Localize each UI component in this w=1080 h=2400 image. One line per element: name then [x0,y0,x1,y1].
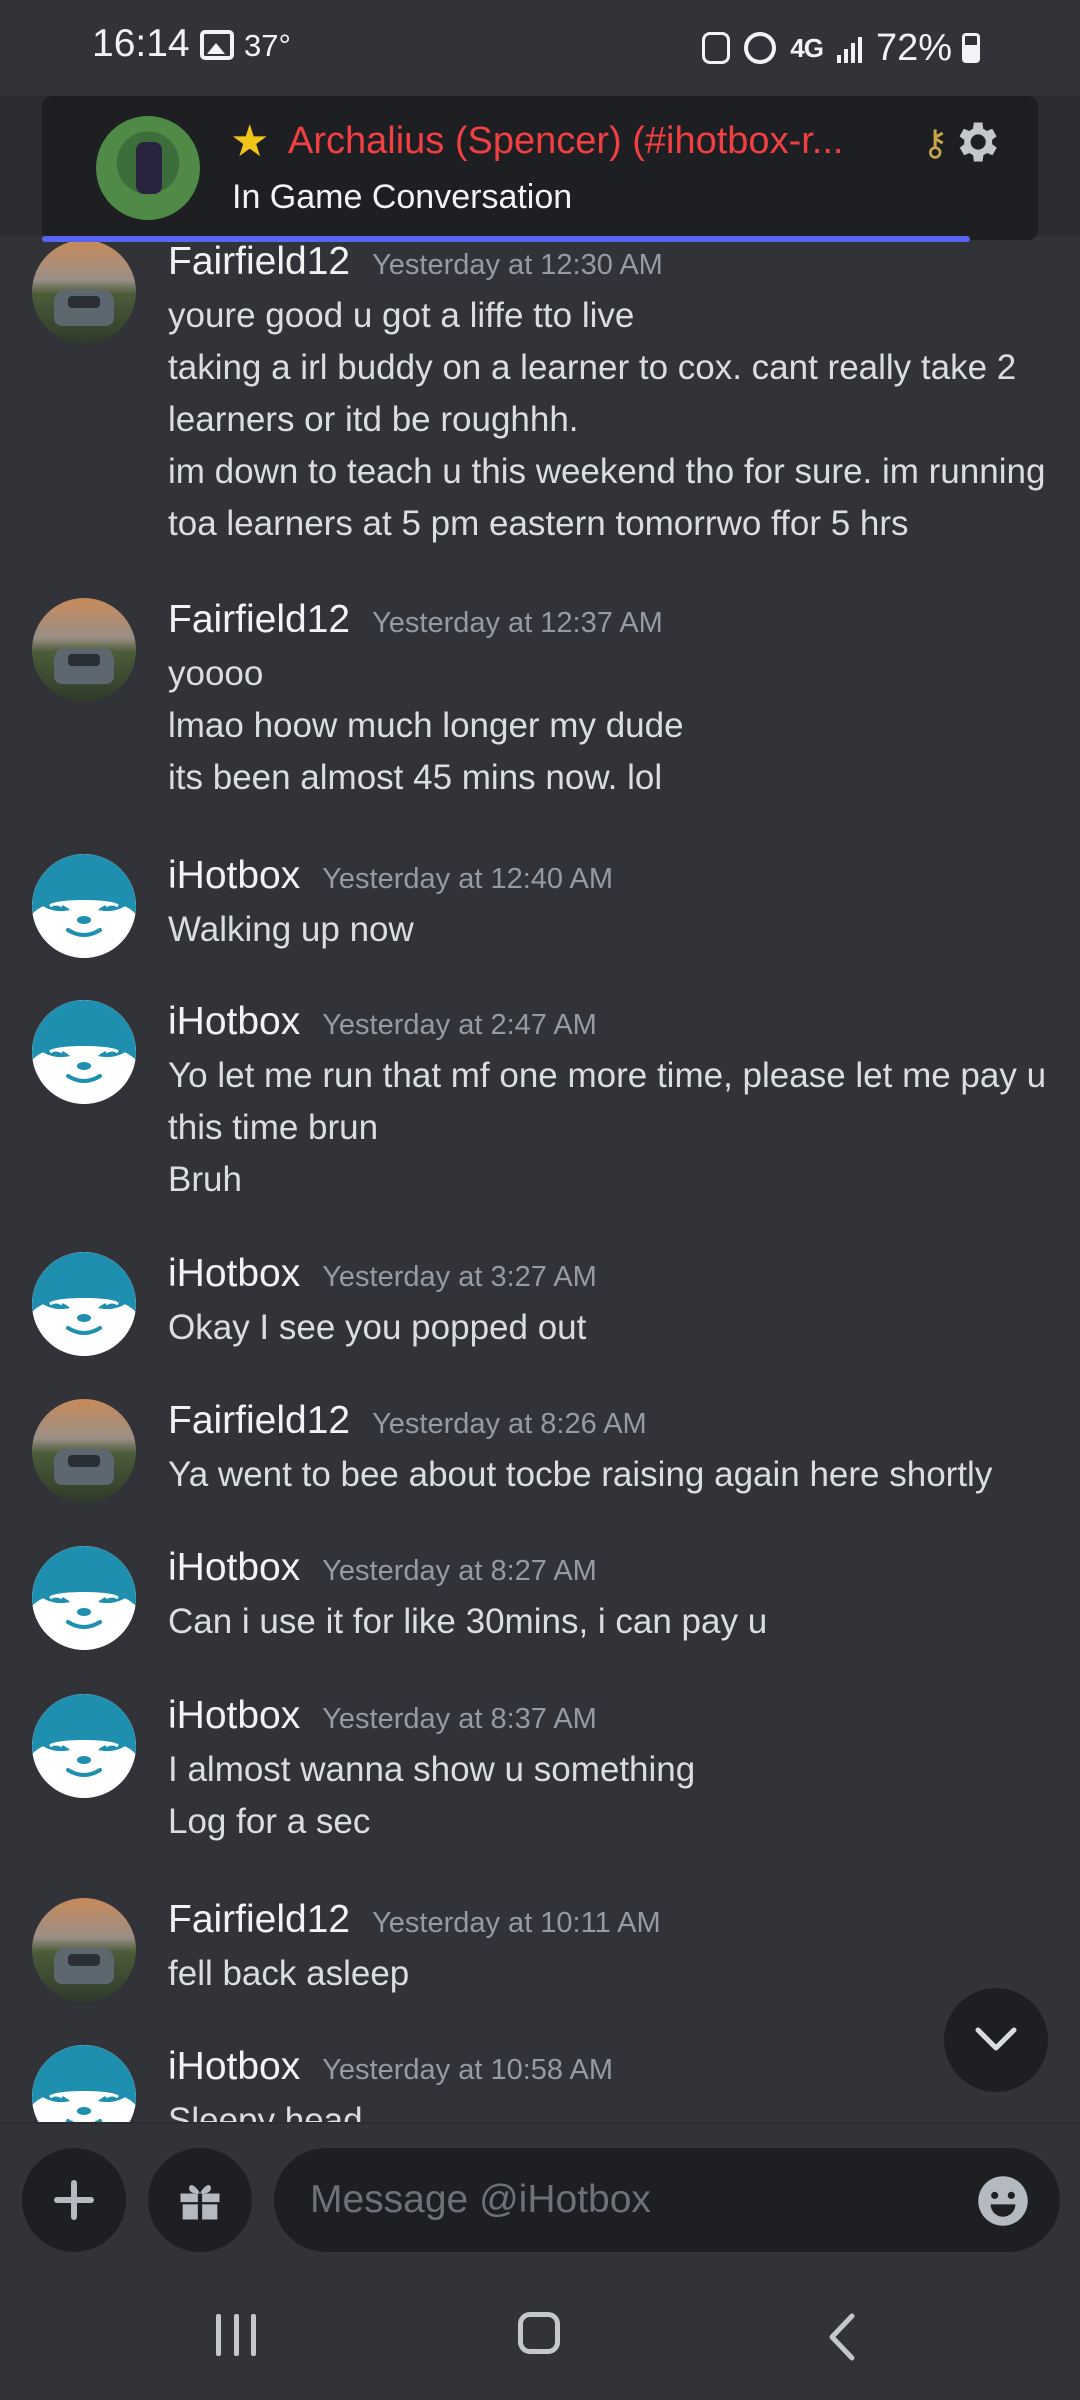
message-timestamp: Yesterday at 8:26 AM [372,1408,647,1440]
message-text: yoooo [168,654,264,693]
key-icon: ⚷ [922,122,949,163]
car-avatar[interactable] [32,1399,136,1503]
message-timestamp: Yesterday at 8:37 AM [322,1703,597,1735]
message-timestamp: Yesterday at 8:27 AM [322,1555,597,1587]
jump-to-present-button[interactable] [944,1988,1048,2092]
message-text: Can i use it for like 30mins, i can pay … [168,1602,768,1641]
game-avatar [96,116,200,220]
message-text: youre good u got a liffe tto live [168,296,635,335]
status-icons: 4G 72% [702,26,980,69]
activity-title: Archalius (Spencer) (#ihotbox-r... [288,120,844,162]
status-temperature: 37° [244,28,291,63]
sloth-avatar[interactable] [32,854,136,958]
message-author[interactable]: Fairfield12 [168,1399,350,1442]
message-author[interactable]: iHotbox [168,1694,300,1737]
message-timestamp: Yesterday at 10:58 AM [322,2054,613,2086]
message-text: lmao hoow much longer my dude [168,706,684,745]
message-list[interactable]: Fairfield12 Yesterday at 12:30 AM youre go… [0,242,1080,2122]
star-icon: ★ [230,117,270,166]
message-author[interactable]: Fairfield12 [168,598,350,641]
gear-icon[interactable] [950,116,1002,168]
message-text: toa learners at 5 pm eastern tomorrwo ff… [168,504,909,543]
message-text: I almost wanna show u something [168,1750,696,1789]
message-text: taking a irl buddy on a learner to cox. … [168,348,1017,387]
message-text: Sleepy head [168,2101,363,2122]
message-author[interactable]: Fairfield12 [168,1898,350,1941]
message-text: this time brun [168,1108,379,1147]
add-attachment-button[interactable] [22,2148,126,2252]
message-text: its been almost 45 mins now. lol [168,758,663,797]
gift-icon [180,2185,220,2220]
sloth-avatar[interactable] [32,2045,136,2122]
sloth-avatar[interactable] [32,1000,136,1104]
home-button[interactable] [518,2312,560,2354]
car-avatar[interactable] [32,598,136,702]
recent-apps-button[interactable] [216,2314,256,2356]
message-text: Log for a sec [168,1802,371,1841]
emoji-icon[interactable] [976,2174,1030,2228]
message-text: im down to teach u this weekend tho for … [168,452,1046,491]
car-avatar[interactable] [32,242,136,344]
sloth-avatar[interactable] [32,1694,136,1798]
back-button[interactable] [826,2312,856,2362]
message-timestamp: Yesterday at 3:27 AM [322,1261,597,1293]
message-timestamp: Yesterday at 12:30 AM [372,249,663,281]
message-timestamp: Yesterday at 10:11 AM [372,1907,661,1939]
gift-button[interactable] [148,2148,252,2252]
message-text: Bruh [168,1160,242,1199]
alarm-icon [744,32,777,64]
message-text: Walking up now [168,910,414,949]
message-input[interactable] [274,2148,1060,2252]
activity-header[interactable]: ★ Archalius (Spencer) (#ihotbox-r... In … [42,96,1038,240]
message-author[interactable]: Fairfield12 [168,242,350,283]
message-text: Yo let me run that mf one more time, ple… [168,1056,1047,1095]
message-author[interactable]: iHotbox [168,2045,300,2088]
message-author[interactable]: iHotbox [168,1252,300,1295]
network-type: 4G [790,32,824,63]
system-nav-bar [0,2272,1080,2400]
message-text: fell back asleep [168,1954,410,1993]
message-composer [0,2122,1080,2272]
status-bar: 16:14 37° 4G 72% [0,0,1080,96]
message-timestamp: Yesterday at 12:40 AM [322,863,613,895]
car-avatar[interactable] [32,1898,136,2002]
sloth-avatar[interactable] [32,1252,136,1356]
sloth-avatar[interactable] [32,1546,136,1650]
message-timestamp: Yesterday at 2:47 AM [322,1009,597,1041]
message-timestamp: Yesterday at 12:37 AM [372,607,663,639]
battery-percent: 72% [875,26,952,69]
message-author[interactable]: iHotbox [168,1000,300,1043]
chevron-down-icon [975,2027,1017,2051]
battery-icon [962,33,980,63]
recycle-icon [702,32,731,64]
message-author[interactable]: iHotbox [168,1546,300,1589]
gallery-icon [200,30,234,60]
message-text: Okay I see you popped out [168,1308,587,1347]
message-text: learners or itd be roughhh. [168,400,579,439]
status-time: 16:14 [92,22,190,65]
message-author[interactable]: iHotbox [168,854,300,897]
message-text: Ya went to bee about tocbe raising again… [168,1455,993,1494]
activity-subtitle: In Game Conversation [232,178,573,216]
signal-icon [836,33,862,63]
